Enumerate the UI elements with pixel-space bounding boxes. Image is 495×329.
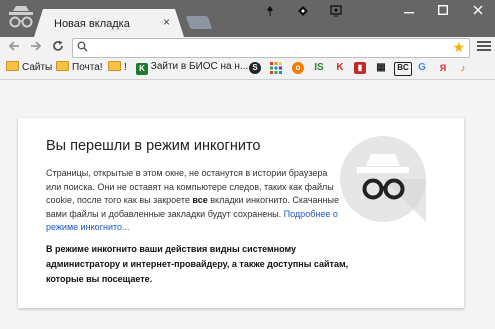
k-site-icon: K: [136, 63, 148, 75]
incognito-info-card: Вы перешли в режим инкогнито Страницы, о…: [18, 118, 464, 308]
pin-icon[interactable]: [264, 5, 276, 17]
close-window-button[interactable]: [461, 0, 495, 22]
maximize-button[interactable]: [426, 0, 460, 22]
bookmark-label: Сайты: [22, 62, 53, 73]
bookmark-label: Почта!: [72, 62, 103, 73]
forward-button[interactable]: [28, 39, 44, 55]
diamond-icon[interactable]: [297, 5, 309, 17]
s-circle-icon[interactable]: S: [249, 62, 261, 74]
bookmark-label: Зайти в БИОС на н...: [150, 61, 249, 72]
back-button[interactable]: [6, 39, 22, 55]
tab-close-icon[interactable]: ×: [163, 15, 170, 29]
bookmarks-bar: Сайты Почта! ! K Зайти в БИОС на н... S …: [0, 58, 495, 80]
red-site-icon[interactable]: ▮: [354, 62, 366, 74]
bookmark-label: !: [124, 62, 127, 73]
minimize-button[interactable]: [392, 0, 426, 22]
search-icon: [77, 41, 88, 52]
reload-button[interactable]: [50, 39, 66, 55]
folder-icon: [6, 61, 19, 71]
address-input[interactable]: [91, 40, 445, 57]
yandex-icon[interactable]: Я: [437, 62, 449, 74]
dark-site-icon[interactable]: ▦: [375, 62, 387, 74]
folder-icon: [56, 61, 69, 71]
incognito-warning: В режиме инкогнито ваши действия видны с…: [46, 244, 349, 284]
grid-apps-icon[interactable]: [270, 62, 282, 74]
bookmark-folder-mail[interactable]: Почта!: [56, 61, 103, 76]
green-s-icon[interactable]: IS: [313, 62, 325, 74]
folder-icon: [108, 61, 121, 71]
address-bar[interactable]: ★: [72, 38, 470, 58]
tab-title: Новая вкладка: [54, 18, 130, 30]
orange-site-icon[interactable]: o: [292, 62, 304, 74]
title-bar: Новая вкладка ×: [0, 0, 495, 37]
new-tab-button[interactable]: [185, 16, 213, 29]
bookmark-folder-exclaim[interactable]: !: [108, 61, 127, 76]
desc-bold-word: все: [192, 195, 208, 205]
toolbar: ★: [0, 37, 495, 58]
incognito-description: Страницы, открытые в этом окне, не остан…: [46, 167, 342, 235]
red-k-icon[interactable]: K: [334, 62, 346, 74]
google-icon[interactable]: G: [416, 62, 428, 74]
chrome-menu-button[interactable]: [477, 39, 491, 53]
incognito-logo-icon: [9, 6, 33, 28]
bookmark-folder-sites[interactable]: Сайты: [6, 61, 52, 76]
profile-icon[interactable]: [330, 5, 342, 17]
page-title: Вы перешли в режим инкогнито: [46, 138, 261, 154]
bc-site-icon[interactable]: BC: [394, 62, 412, 76]
tab-new-tab[interactable]: Новая вкладка ×: [34, 9, 184, 37]
bookmark-star-icon[interactable]: ★: [452, 39, 465, 56]
music-note-icon[interactable]: ♪: [457, 62, 469, 74]
incognito-page: Вы перешли в режим инкогнито Страницы, о…: [0, 80, 495, 329]
incognito-hero-icon: [340, 136, 426, 222]
browser-window: Новая вкладка × ★ Сайты Почта! ! K Зайти…: [0, 0, 495, 329]
bookmark-bios-link[interactable]: K Зайти в БИОС на н...: [136, 61, 248, 76]
